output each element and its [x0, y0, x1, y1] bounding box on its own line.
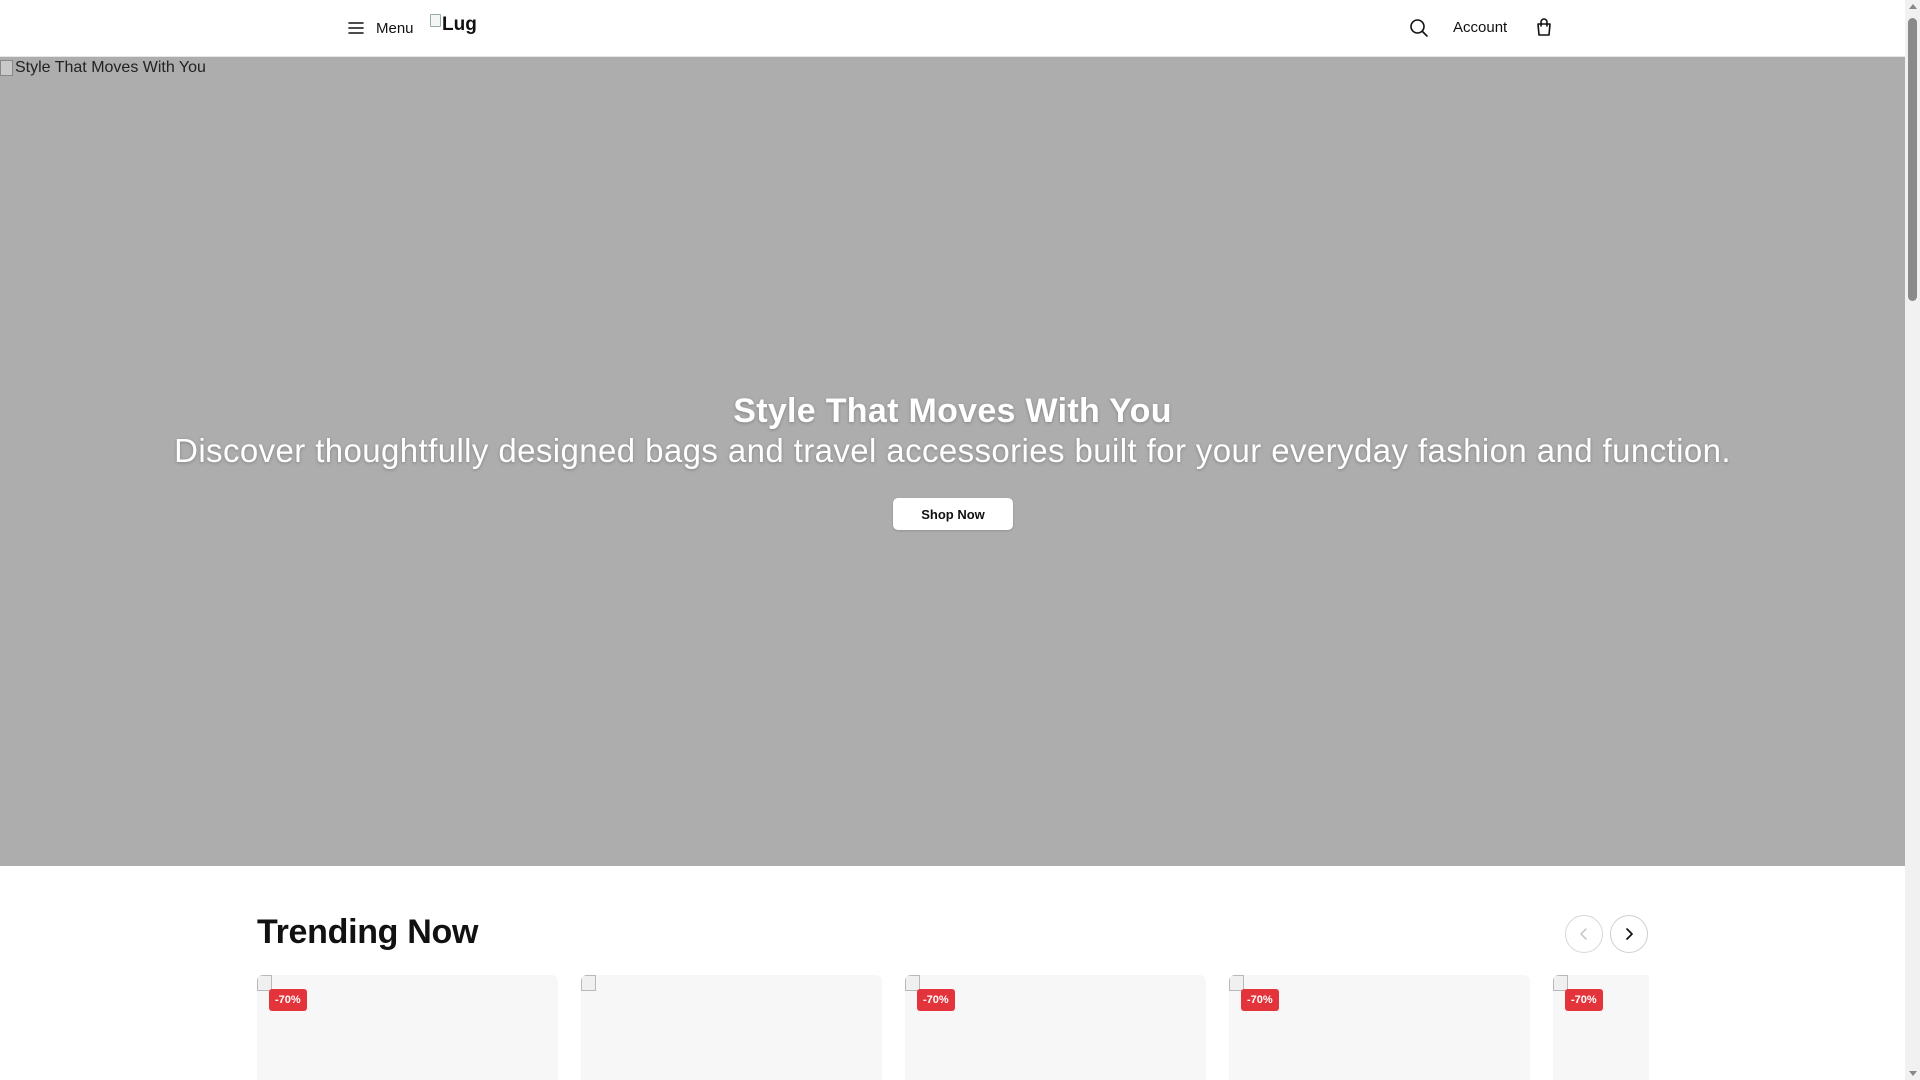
page-scrollbar[interactable] — [1905, 0, 1920, 1080]
carousel-prev-button[interactable] — [1565, 915, 1603, 953]
product-image — [581, 975, 596, 991]
discount-badge: -70% — [917, 989, 955, 1011]
broken-image-icon — [430, 13, 441, 27]
search-icon — [1410, 19, 1428, 37]
discount-badge: -70% — [269, 989, 307, 1011]
shop-now-button[interactable]: Shop Now — [893, 498, 1013, 530]
chevron-left-icon — [1580, 928, 1587, 940]
hero-title: Style That Moves With You — [733, 392, 1172, 430]
hero-image: Style That Moves With You — [0, 59, 206, 77]
scrollbar-thumb[interactable] — [1908, 18, 1917, 301]
hero-subtitle: Discover thoughtfully designed bags and … — [174, 432, 1731, 469]
product-card[interactable]: -70% — [1229, 975, 1530, 1080]
search-button[interactable] — [1408, 17, 1430, 39]
hero-image-alt-text: Style That Moves With You — [15, 59, 206, 76]
shopping-bag-icon — [1537, 18, 1551, 36]
trending-section-title: Trending Now — [257, 913, 479, 951]
discount-badge: -70% — [1241, 989, 1279, 1011]
scroll-down-arrow-icon[interactable] — [1909, 1071, 1917, 1076]
carousel-next-button[interactable] — [1610, 915, 1648, 953]
menu-label: Menu — [376, 19, 414, 37]
account-link[interactable]: Account — [1453, 19, 1507, 36]
scroll-up-arrow-icon[interactable] — [1909, 4, 1917, 9]
discount-badge: -70% — [1565, 989, 1603, 1011]
product-card[interactable]: -70% — [257, 975, 558, 1080]
cart-button[interactable] — [1533, 16, 1555, 38]
site-header: Menu Lug Account — [0, 0, 1905, 57]
page: Menu Lug Account Style That Moves With Y… — [0, 0, 1905, 1080]
product-card[interactable] — [581, 975, 882, 1080]
hero-banner: Style That Moves With You Style That Mov… — [0, 57, 1905, 866]
logo-alt-text: Lug — [442, 14, 477, 35]
product-card[interactable]: -70% — [905, 975, 1206, 1080]
menu-button[interactable]: Menu — [346, 15, 414, 41]
broken-image-icon — [0, 60, 13, 76]
site-logo[interactable]: Lug — [430, 13, 477, 36]
product-card[interactable]: -70% — [1553, 975, 1649, 1080]
chevron-right-icon — [1626, 928, 1633, 940]
hamburger-icon — [348, 22, 364, 34]
